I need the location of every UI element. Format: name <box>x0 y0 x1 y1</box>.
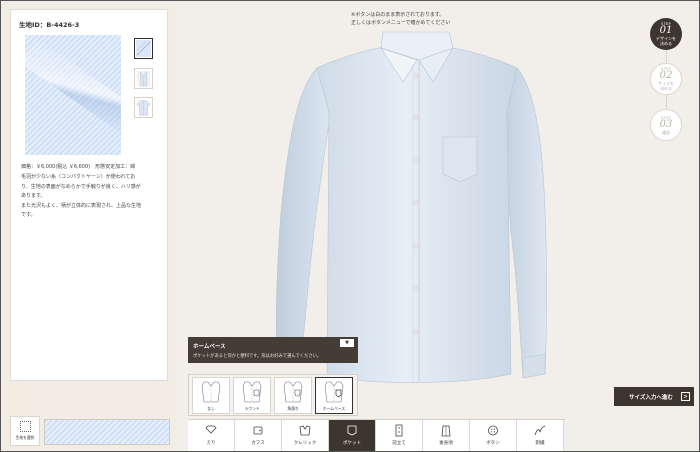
fabric-swatch-bar: 生地を選択 <box>10 416 170 448</box>
tab-button[interactable]: ボタン <box>470 420 517 451</box>
step-number: 03 <box>659 118 673 130</box>
fabric-description: 毛羽が少ない糸（コンパクトヤーン）が使われてお り、生地の表面がなめらかで手触り… <box>21 173 161 221</box>
tab-label: 前立て <box>392 441 406 446</box>
fabric-detail-card: 生地ID：B-4426-3 価格：￥6,000(税込 ￥6,600) 形態安定加… <box>10 9 168 381</box>
pocket-option-home-base[interactable]: ホームベース <box>315 377 353 414</box>
button-color-notice: ※ボタンは白のまま表示されております。 正しくはボタンメニューで確かめてください <box>351 11 450 27</box>
cuff-icon <box>253 426 263 435</box>
fabric-panel: 生地ID：B-4426-3 価格：￥6,000(税込 ￥6,600) 形態安定加… <box>2 2 177 451</box>
popup-description: ポケットがあると何かと便利です。形はお好みで選んでください。 <box>193 354 322 359</box>
collapse-button[interactable]: ▼ <box>340 339 354 347</box>
tab-embroidery[interactable]: 刺繍 <box>517 420 564 451</box>
fabric-swatch-icon <box>135 40 152 57</box>
shirt-no-pocket-icon <box>201 381 221 403</box>
placket-icon <box>395 424 403 437</box>
chevron-right-icon: > <box>681 392 690 401</box>
option-label: なし <box>207 406 215 411</box>
option-label: ラウンド <box>244 406 260 411</box>
pocket-option-none[interactable]: なし <box>192 377 230 414</box>
tab-label: クレリック <box>293 441 317 446</box>
option-info-popup: ホームベース ポケットがあると何かと便利です。形はお好みで選んでください。 ▼ <box>188 337 358 375</box>
tab-cuffs[interactable]: カフス <box>235 420 282 451</box>
cleric-icon <box>299 425 311 436</box>
tab-back[interactable]: 後身頃 <box>423 420 470 451</box>
embroidery-icon <box>534 425 546 436</box>
button-icon <box>488 425 498 436</box>
grid-icon <box>19 421 31 432</box>
cut-corner-pocket-icon <box>283 381 303 403</box>
collar-icon <box>205 425 217 434</box>
pocket-option-round[interactable]: ラウンド <box>233 377 271 414</box>
description-line: です。 <box>21 212 36 218</box>
thumbnail-shirt-front[interactable] <box>134 68 153 89</box>
tab-label: えり <box>206 441 216 446</box>
thumbnail-shirt-full[interactable] <box>134 97 153 118</box>
option-label: ホームベース <box>322 406 346 411</box>
pocket-options: なし ラウンド 角落ち ホームベース <box>188 374 358 416</box>
step-1-design[interactable]: STEP 01 デザインを 決める <box>650 18 682 50</box>
popup-title: ホームベース <box>193 344 226 350</box>
home-base-pocket-icon <box>324 381 344 403</box>
step-text: 決める <box>660 86 672 91</box>
step-text: 確認 <box>662 129 670 135</box>
app-frame: 生地ID：B-4426-3 価格：￥6,000(税込 ￥6,600) 形態安定加… <box>0 0 700 452</box>
tab-label: ボタン <box>486 441 500 446</box>
tab-pocket[interactable]: ポケット <box>329 420 376 451</box>
price-info: 価格：￥6,000(税込 ￥6,600) 形態安定加工：綿 <box>21 164 136 170</box>
tab-collar[interactable]: えり <box>188 420 235 451</box>
description-line: 毛羽が少ない糸（コンパクトヤーン）が使われてお <box>21 174 136 180</box>
design-tabs: えり カフス クレリック ポケット 前立て 後身頃 ボタン 刺繍 <box>188 419 565 451</box>
description-line: あります。 <box>21 193 46 199</box>
description-line: り、生地の表面がなめらかで手触りが良く、ハリ感が <box>21 183 141 190</box>
select-fabric-button[interactable]: 生地を選択 <box>10 416 40 446</box>
shirt-icon <box>136 100 151 116</box>
step-text: 決める <box>660 41 672 46</box>
fabric-id: 生地ID：B-4426-3 <box>19 21 80 29</box>
back-icon <box>441 425 451 437</box>
tab-label: ポケット <box>343 441 361 446</box>
tab-cleric[interactable]: クレリック <box>282 420 329 451</box>
proceed-to-size-button[interactable]: サイズ入力へ進む > <box>614 387 694 406</box>
proceed-label: サイズ入力へ進む <box>629 394 673 401</box>
notice-line: ※ボタンは白のまま表示されております。 <box>351 12 445 18</box>
popup-body: ホームベース ポケットがあると何かと便利です。形はお好みで選んでください。 ▼ <box>188 337 358 363</box>
pocket-option-cut-corner[interactable]: 角落ち <box>274 377 312 414</box>
tab-label: 後身頃 <box>439 441 453 446</box>
tab-label: カフス <box>251 441 265 446</box>
pocket-icon <box>347 425 357 436</box>
fabric-swatch-selected[interactable] <box>44 419 170 445</box>
notice-line: 正しくはボタンメニューで確かめてください <box>351 20 451 26</box>
step-number: 01 <box>659 25 673 36</box>
description-line: また光沢もよく、柄が立体的に表現され、上品な生地 <box>21 202 142 209</box>
tab-placket[interactable]: 前立て <box>376 420 423 451</box>
select-fabric-label: 生地を選択 <box>15 435 35 440</box>
tab-label: 刺繍 <box>535 441 545 446</box>
option-label: 角落ち <box>287 406 299 411</box>
shirt-collar-icon <box>136 70 151 87</box>
step-3-confirm[interactable]: STEP 03 確認 <box>650 109 682 141</box>
round-pocket-icon <box>242 381 262 403</box>
step-number: 02 <box>659 70 673 81</box>
step-2-size[interactable]: STEP 02 サイズを 決める <box>650 63 682 95</box>
thumbnail-fabric[interactable] <box>134 38 153 59</box>
fabric-large-image <box>25 35 121 155</box>
